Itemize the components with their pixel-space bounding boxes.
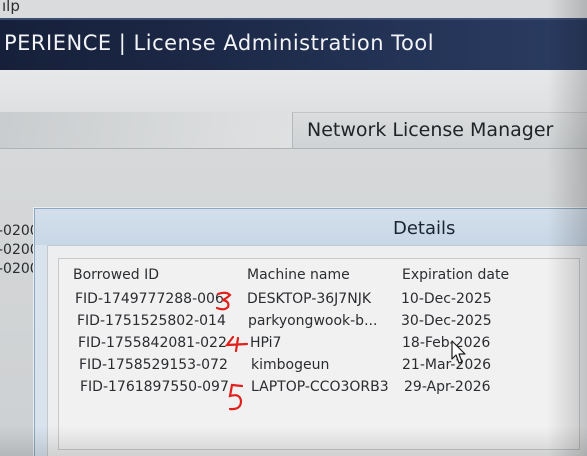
- cell-machine-name: HPi7: [250, 335, 282, 351]
- cell-borrowed-id: FID-1755842081-022: [78, 335, 227, 351]
- header-accent-line: [0, 18, 587, 20]
- cell-expiration-date: 30-Dec-2025: [401, 313, 492, 329]
- cell-machine-name: parkyongwook-b...: [248, 313, 378, 329]
- borrowed-licenses-table: Borrowed ID Machine name Expiration date…: [58, 258, 580, 450]
- details-dialog: Details Borrowed ID Machine name Expirat…: [34, 208, 587, 456]
- cell-borrowed-id: FID-1749777288-006: [75, 291, 224, 307]
- table-row[interactable]: FID-1749777288-006 DESKTOP-36J7NJK 10-De…: [59, 289, 579, 310]
- cell-expiration-date: 10-Dec-2025: [401, 291, 492, 307]
- tab-network-license-manager[interactable]: Network License Manager: [292, 112, 587, 149]
- table-row[interactable]: FID-1758529153-072 kimbogeun 21-Mar-2026: [59, 355, 579, 376]
- header-band: [0, 70, 587, 112]
- mouse-pointer-icon: [451, 340, 466, 364]
- app-header: PERIENCE | License Administration Tool: [0, 18, 587, 70]
- cell-expiration-date: 21-Mar-2026: [402, 357, 492, 373]
- cell-expiration-date: 18-Feb-2026: [402, 335, 491, 351]
- cell-borrowed-id: FID-1761897550-097: [80, 379, 229, 395]
- table-row[interactable]: FID-1755842081-022 HPi7 18-Feb-2026: [59, 333, 579, 354]
- screen: ılp PERIENCE | License Administration To…: [0, 0, 587, 456]
- table-row[interactable]: FID-1761897550-097 LAPTOP-CCO3ORB3 29-Ap…: [59, 377, 579, 398]
- tab-label: Network License Manager: [307, 119, 554, 141]
- table-row[interactable]: FID-1751525802-014 parkyongwook-b... 30-…: [59, 311, 579, 332]
- dialog-header: Details: [35, 209, 587, 245]
- cell-borrowed-id: FID-1751525802-014: [77, 313, 226, 329]
- divider: [0, 148, 587, 149]
- menu-item-help[interactable]: ılp: [2, 0, 20, 15]
- cell-expiration-date: 29-Apr-2026: [404, 379, 491, 395]
- column-header-machine-name[interactable]: Machine name: [247, 267, 350, 283]
- dialog-body: Borrowed ID Machine name Expiration date…: [47, 245, 587, 456]
- cell-machine-name: LAPTOP-CCO3ORB3: [251, 379, 389, 395]
- column-header-borrowed-id[interactable]: Borrowed ID: [73, 267, 159, 283]
- app-title: PERIENCE | License Administration Tool: [4, 31, 435, 55]
- cell-machine-name: DESKTOP-36J7NJK: [247, 291, 371, 307]
- cell-borrowed-id: FID-1758529153-072: [79, 357, 228, 373]
- column-header-expiration-date[interactable]: Expiration date: [402, 267, 509, 283]
- cell-machine-name: kimbogeun: [251, 357, 330, 373]
- menu-bar: ılp: [0, 0, 587, 19]
- dialog-title: Details: [393, 218, 456, 239]
